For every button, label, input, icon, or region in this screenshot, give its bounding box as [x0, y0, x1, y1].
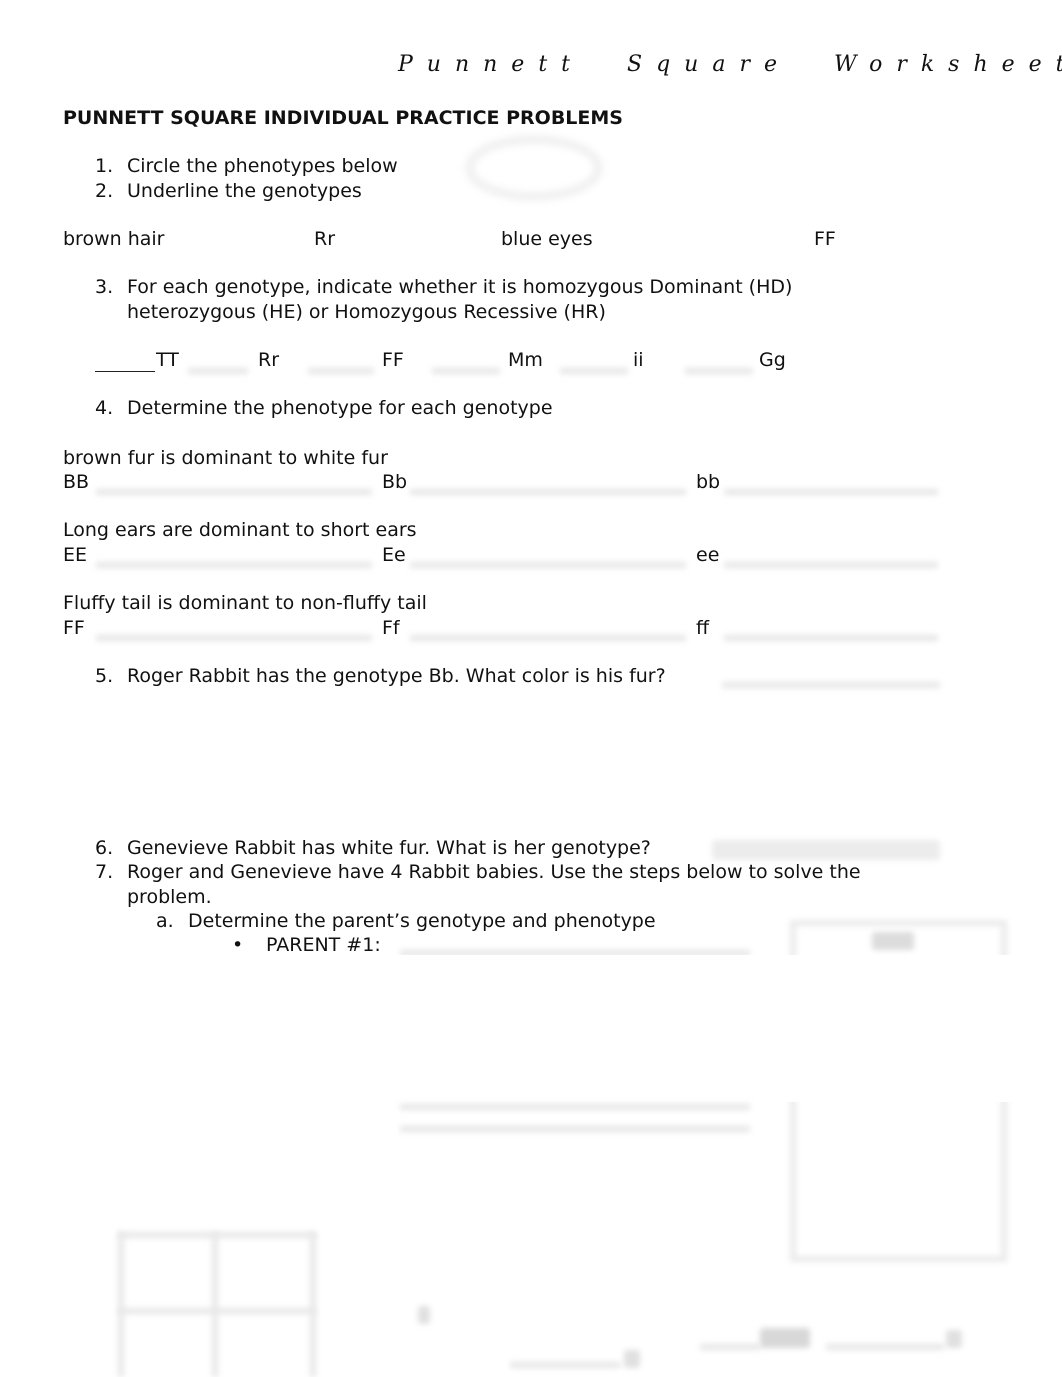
answer-blank-gg[interactable] — [685, 368, 753, 374]
trait-rule: brown fur is dominant to white fur — [63, 447, 388, 469]
question-7: 7. Roger and Genevieve have 4 Rabbit babi… — [95, 863, 861, 882]
blurred-mark — [418, 1306, 430, 1324]
phenotype-answer-line[interactable] — [410, 635, 686, 641]
answer-line[interactable] — [510, 1362, 620, 1368]
answer-blank-rr[interactable] — [188, 368, 248, 374]
punnett-grid-line — [118, 1232, 124, 1377]
phenotype-answer-line[interactable] — [724, 489, 938, 495]
blurred-mark — [946, 1330, 962, 1348]
phenotype-answer-line[interactable] — [410, 489, 686, 495]
phenotype-answer-line[interactable] — [724, 562, 938, 568]
question-text: Circle the phenotypes below — [127, 155, 398, 177]
sub-question-a: a. Determine the parent’s genotype and ph… — [156, 912, 656, 931]
phenotype-answer-line[interactable] — [96, 635, 372, 641]
phenotype-answer-line[interactable] — [724, 635, 938, 641]
genotype-label: Gg — [759, 349, 786, 371]
trait-item[interactable]: brown hair — [63, 230, 164, 249]
genotype-label: EE — [63, 544, 88, 566]
answer-blank-ii[interactable] — [560, 368, 628, 374]
blurred-label — [760, 1328, 810, 1348]
bullet-icon: • — [232, 934, 244, 956]
trait-item[interactable]: FF — [814, 230, 836, 249]
blurred-circle-graphic — [466, 136, 602, 200]
punnett-grid-line — [310, 1232, 316, 1377]
punnett-grid-line — [212, 1232, 218, 1377]
question-number: 6. — [95, 837, 114, 859]
genotype-label: Ee — [382, 544, 406, 566]
sub-question-text: Determine the parent’s genotype and phen… — [188, 910, 656, 932]
question-4: 4. Determine the phenotype for each genot… — [95, 399, 553, 418]
answer-line[interactable] — [400, 1104, 750, 1110]
answer-line-q5[interactable] — [722, 682, 940, 688]
genotype-label: Mm — [508, 349, 543, 371]
question-text: Roger Rabbit has the genotype Bb. What c… — [127, 665, 666, 687]
question-number: 4. — [95, 397, 114, 419]
answer-blank-mm[interactable] — [432, 368, 500, 374]
answer-blank-tt[interactable] — [95, 351, 155, 372]
blurred-label — [872, 932, 914, 950]
genotype-label: FF — [63, 617, 85, 639]
question-text: Determine the phenotype for each genotyp… — [127, 397, 553, 419]
parent-1-label: PARENT #1: — [266, 934, 381, 956]
question-3-line-2: heterozygous (HE) or Homozygous Recessiv… — [127, 301, 606, 323]
question-text: Genevieve Rabbit has white fur. What is … — [127, 837, 651, 859]
genotype-label: ff — [696, 617, 710, 639]
worksheet-header-title: Punnett Square Worksheet — [398, 52, 1062, 77]
phenotype-answer-line[interactable] — [96, 562, 372, 568]
trait-rule: Fluffy tail is dominant to non-fluffy ta… — [63, 592, 427, 614]
section-title: PUNNETT SQUARE INDIVIDUAL PRACTICE PROBL… — [63, 107, 623, 129]
question-1: 1. Circle the phenotypes below — [95, 157, 398, 176]
blurred-mark — [624, 1350, 640, 1368]
trait-item[interactable]: Rr — [314, 230, 335, 249]
question-number: 5. — [95, 665, 114, 687]
genotype-label: ii — [633, 349, 644, 371]
answer-box-q6[interactable] — [712, 840, 940, 860]
genotype-label: Rr — [258, 349, 280, 371]
blank-region — [0, 955, 1062, 1102]
answer-line[interactable] — [700, 1344, 760, 1350]
question-number: 7. — [95, 861, 114, 883]
question-text: For each genotype, indicate whether it i… — [127, 276, 793, 298]
question-3: 3. For each genotype, indicate whether it… — [95, 278, 792, 297]
question-text: Roger and Genevieve have 4 Rabbit babies… — [127, 861, 861, 883]
genotype-label: ee — [696, 544, 720, 566]
genotype-label: TT — [156, 349, 179, 371]
question-text: Underline the genotypes — [127, 180, 362, 202]
question-2: 2. Underline the genotypes — [95, 182, 362, 201]
parent-1-item: • PARENT #1: — [232, 936, 381, 955]
trait-rule: Long ears are dominant to short ears — [63, 519, 417, 541]
phenotype-answer-line[interactable] — [96, 489, 372, 495]
genotype-label: FF — [382, 349, 404, 371]
question-number: 1. — [95, 155, 114, 177]
answer-blank-ff[interactable] — [308, 368, 374, 374]
answer-line[interactable] — [400, 1126, 750, 1132]
phenotype-answer-line[interactable] — [410, 562, 686, 568]
question-6: 6. Genevieve Rabbit has white fur. What i… — [95, 839, 651, 858]
question-number: 2. — [95, 180, 114, 202]
answer-line[interactable] — [826, 1344, 944, 1350]
trait-item[interactable]: blue eyes — [501, 230, 593, 249]
genotype-label: Ff — [382, 617, 400, 639]
question-number: 3. — [95, 276, 114, 298]
genotype-label: BB — [63, 471, 90, 493]
sub-question-label: a. — [156, 910, 174, 932]
question-5: 5. Roger Rabbit has the genotype Bb. What… — [95, 667, 666, 686]
genotype-label: Bb — [382, 471, 408, 493]
question-7-line-2: problem. — [127, 886, 212, 908]
genotype-label: bb — [696, 471, 721, 493]
